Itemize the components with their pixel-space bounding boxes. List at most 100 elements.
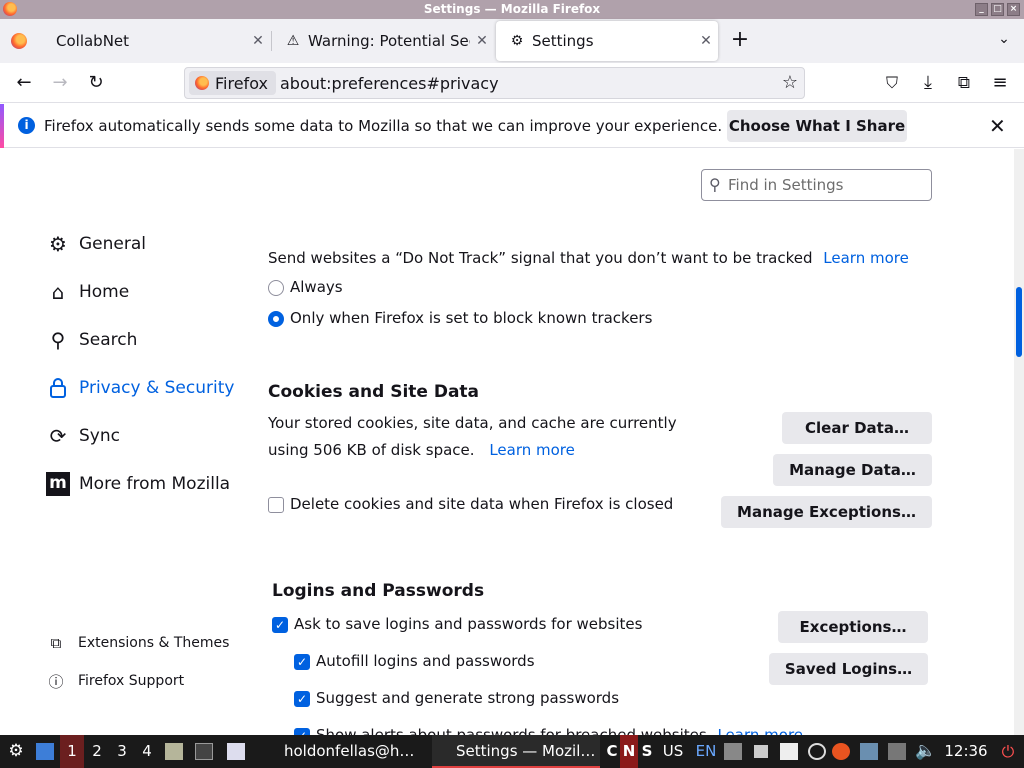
choose-what-i-share-button[interactable]: Choose What I Share bbox=[727, 110, 907, 142]
sidebar-item-label: Sync bbox=[79, 426, 120, 446]
workspace-2[interactable]: 2 bbox=[85, 735, 109, 768]
sidebar-item-home[interactable]: ⌂ Home bbox=[45, 277, 130, 307]
tab-label: Warning: Potential Sec bbox=[308, 32, 470, 50]
cookies-usage-line1: Your stored cookies, site data, and cach… bbox=[268, 414, 677, 432]
warning-icon: ⚠ bbox=[286, 33, 300, 49]
tray-network-icon[interactable] bbox=[808, 743, 826, 760]
close-icon[interactable]: ✕ bbox=[989, 114, 1006, 138]
tray-monitor-icon[interactable] bbox=[752, 743, 770, 760]
chevron-down-icon[interactable]: ⌄ bbox=[994, 31, 1014, 51]
autofill-logins-checkbox[interactable]: ✓ bbox=[294, 654, 310, 670]
gear-icon: ⚙ bbox=[49, 232, 67, 256]
puzzle-icon: ⧉ bbox=[50, 634, 62, 652]
download-icon[interactable]: ⤓ bbox=[915, 71, 941, 95]
sidebar-link-firefox-support[interactable]: ⓘ Firefox Support bbox=[45, 669, 184, 693]
close-tab-icon[interactable]: ✕ bbox=[246, 33, 270, 49]
dnt-only-when-blocking-radio[interactable] bbox=[268, 311, 284, 327]
file-manager-icon[interactable] bbox=[165, 743, 183, 760]
task-terminal[interactable]: holdonfellas@h… bbox=[258, 735, 428, 768]
notification-accent bbox=[0, 104, 4, 148]
sidebar-item-label: General bbox=[79, 234, 146, 254]
home-icon: ⌂ bbox=[51, 280, 65, 304]
dnt-always-radio[interactable] bbox=[268, 280, 284, 296]
breach-alerts-checkbox[interactable]: ✓ bbox=[294, 728, 310, 735]
close-tab-icon[interactable]: ✕ bbox=[694, 33, 718, 49]
task-firefox[interactable]: Settings — Mozil… bbox=[432, 735, 600, 768]
identity-box[interactable]: Firefox bbox=[189, 71, 276, 95]
autofill-logins-label: Autofill logins and passwords bbox=[316, 652, 535, 670]
new-tab-button[interactable]: + bbox=[728, 29, 752, 53]
breach-alerts-learn-more-link[interactable]: Learn more bbox=[717, 726, 803, 735]
tray-display-icon[interactable] bbox=[860, 743, 878, 760]
dnt-always-label: Always bbox=[290, 278, 343, 296]
power-icon[interactable]: ⏻ bbox=[996, 735, 1020, 768]
workspace-1[interactable]: 1 bbox=[60, 735, 84, 768]
volume-icon[interactable]: 🔈 bbox=[914, 735, 938, 768]
cookies-learn-more-link[interactable]: Learn more bbox=[489, 441, 575, 459]
cookies-heading: Cookies and Site Data bbox=[268, 382, 480, 402]
dnt-learn-more-link[interactable]: Learn more bbox=[823, 249, 909, 267]
delete-cookies-checkbox[interactable] bbox=[268, 497, 284, 513]
gear-icon: ⚙ bbox=[510, 33, 524, 49]
suggest-passwords-checkbox[interactable]: ✓ bbox=[294, 691, 310, 707]
terminal-icon[interactable] bbox=[195, 743, 213, 760]
tray-battery-icon[interactable] bbox=[888, 743, 906, 760]
ask-save-logins-checkbox[interactable]: ✓ bbox=[272, 617, 288, 633]
manage-exceptions-button[interactable]: Manage Exceptions… bbox=[721, 496, 932, 528]
extensions-icon[interactable]: ⧉ bbox=[951, 71, 977, 95]
clear-data-button[interactable]: Clear Data… bbox=[782, 412, 932, 444]
menu-icon[interactable]: ≡ bbox=[987, 71, 1013, 95]
sidebar-link-extensions-themes[interactable]: ⧉ Extensions & Themes bbox=[45, 631, 230, 655]
sidebar-item-label: More from Mozilla bbox=[79, 474, 231, 494]
sidebar-link-label: Firefox Support bbox=[78, 673, 185, 689]
scrollbar-thumb[interactable] bbox=[1016, 287, 1022, 357]
back-arrow-icon[interactable]: ← bbox=[11, 71, 37, 95]
logins-exceptions-button[interactable]: Exceptions… bbox=[778, 611, 928, 643]
keyboard-layout[interactable]: US bbox=[660, 735, 686, 768]
sidebar-link-label: Extensions & Themes bbox=[78, 635, 230, 651]
app-menu-icon[interactable]: ⚙ bbox=[2, 735, 30, 768]
notification-message: Firefox automatically sends some data to… bbox=[44, 117, 723, 135]
input-language[interactable]: EN bbox=[694, 735, 718, 768]
firefox-logo-icon bbox=[195, 76, 209, 90]
close-tab-icon[interactable]: ✕ bbox=[470, 33, 494, 49]
dnt-only-when-blocking-label: Only when Firefox is set to block known … bbox=[290, 309, 653, 327]
minimize-icon[interactable]: _ bbox=[975, 3, 988, 16]
logins-heading: Logins and Passwords bbox=[272, 581, 485, 601]
mozilla-icon: m bbox=[45, 471, 71, 497]
data-collection-notification: i Firefox automatically sends some data … bbox=[0, 104, 1024, 148]
task-label: Settings — Mozil… bbox=[456, 742, 596, 760]
saved-logins-button[interactable]: Saved Logins… bbox=[769, 653, 928, 685]
forward-arrow-icon[interactable]: → bbox=[47, 71, 73, 95]
show-desktop-icon[interactable] bbox=[36, 743, 54, 760]
sidebar-item-privacy[interactable]: Privacy & Security bbox=[45, 373, 234, 403]
sidebar-item-general[interactable]: ⚙ General bbox=[45, 229, 146, 259]
bookmark-star-icon[interactable]: ☆ bbox=[782, 72, 798, 93]
sidebar-item-more-from-mozilla[interactable]: m More from Mozilla bbox=[45, 469, 230, 499]
workspace-3[interactable]: 3 bbox=[110, 735, 134, 768]
sidebar-item-sync[interactable]: ⟳ Sync bbox=[45, 421, 120, 451]
clock[interactable]: 12:36 bbox=[940, 735, 992, 768]
reload-icon[interactable]: ↻ bbox=[83, 71, 109, 95]
manage-data-button[interactable]: Manage Data… bbox=[773, 454, 932, 486]
sidebar-item-search[interactable]: ⚲ Search bbox=[45, 325, 138, 355]
help-icon: ⓘ bbox=[48, 672, 64, 691]
tab-collabnet[interactable]: CollabNet ✕ bbox=[44, 21, 270, 61]
find-in-settings-input[interactable]: ⚲ Find in Settings bbox=[701, 169, 932, 201]
workspace-4[interactable]: 4 bbox=[135, 735, 159, 768]
tray-window-icon[interactable] bbox=[724, 743, 742, 760]
lock-icon bbox=[45, 375, 71, 401]
firefox-view-button[interactable] bbox=[0, 19, 38, 63]
tab-warning[interactable]: ⚠ Warning: Potential Sec ✕ bbox=[272, 21, 494, 61]
page-scrollbar[interactable] bbox=[1014, 149, 1024, 735]
close-window-icon[interactable]: × bbox=[1007, 3, 1020, 16]
tray-update-icon[interactable] bbox=[832, 743, 850, 760]
text-editor-icon[interactable] bbox=[227, 743, 245, 760]
maximize-icon[interactable]: □ bbox=[991, 3, 1004, 16]
url-bar[interactable]: Firefox about:preferences#privacy ☆ bbox=[184, 67, 805, 99]
tray-clipboard-icon[interactable] bbox=[780, 743, 798, 760]
tab-settings[interactable]: ⚙ Settings ✕ bbox=[496, 21, 718, 61]
url-text[interactable]: about:preferences#privacy bbox=[280, 74, 499, 93]
delete-cookies-label: Delete cookies and site data when Firefo… bbox=[290, 495, 674, 513]
pocket-icon[interactable]: ⛉ bbox=[879, 71, 905, 95]
